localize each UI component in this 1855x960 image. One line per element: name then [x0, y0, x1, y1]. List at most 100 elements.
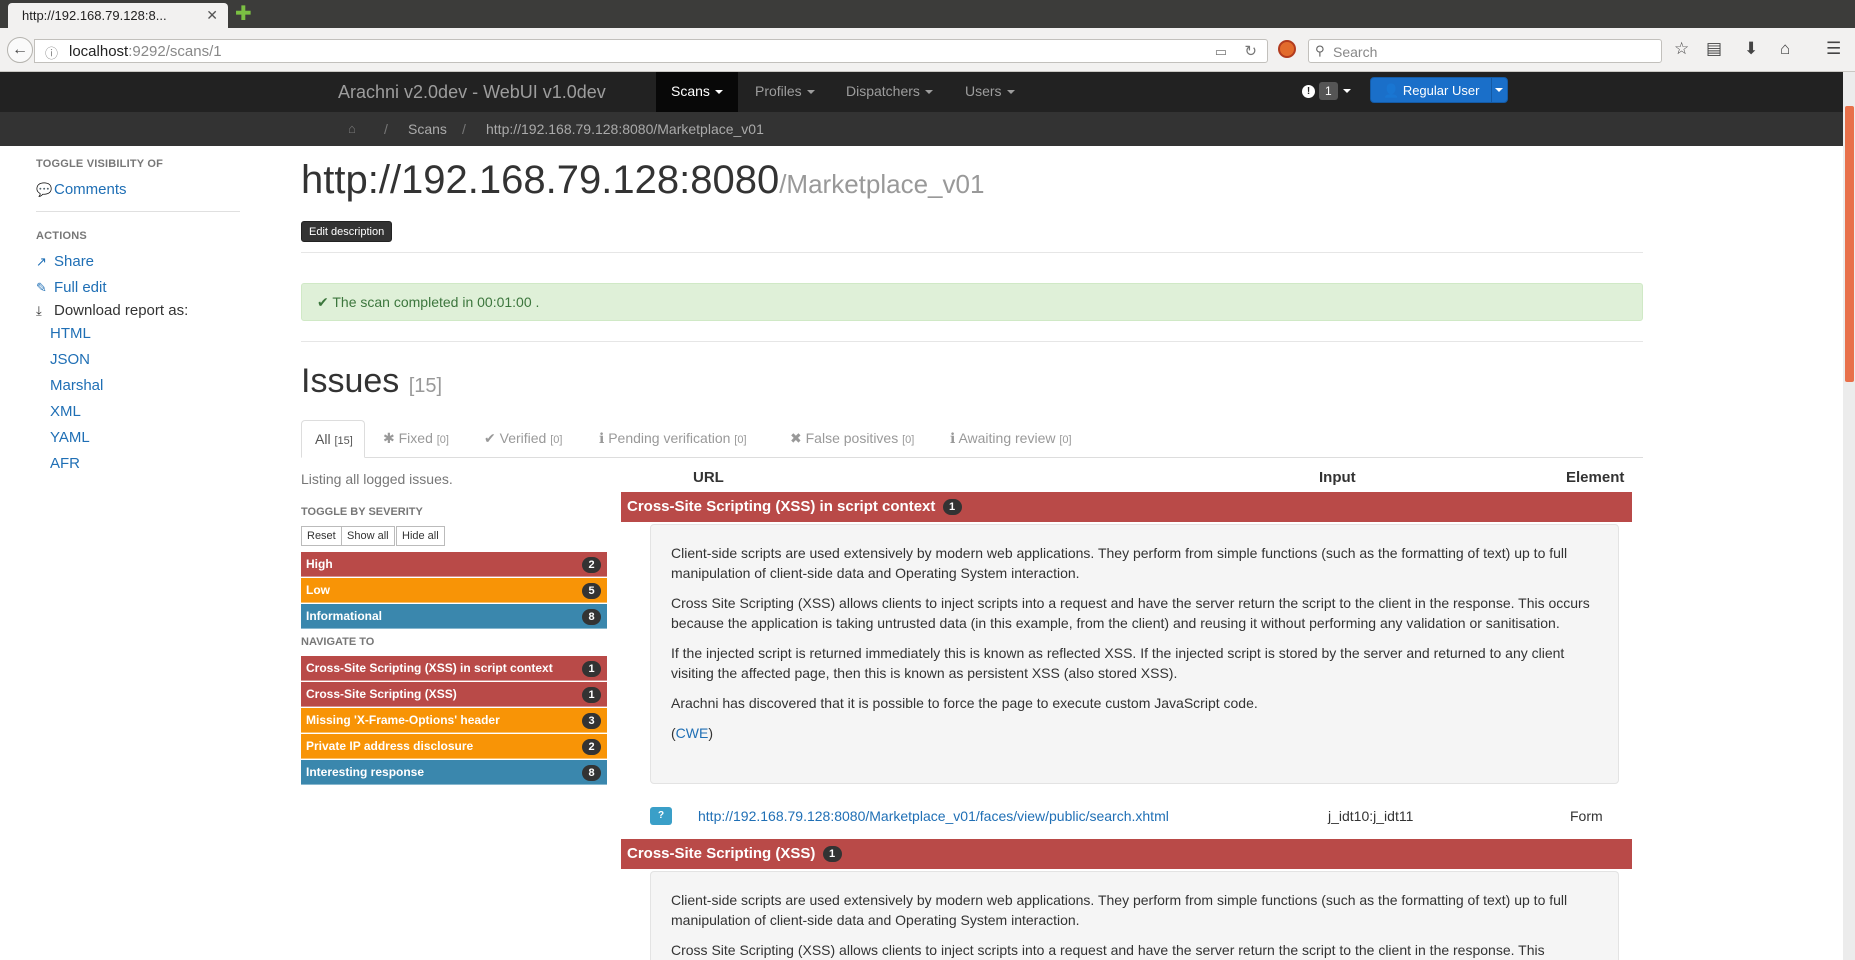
comments-label: Comments: [54, 181, 127, 198]
download-json-link[interactable]: JSON: [50, 351, 90, 368]
nav-item[interactable]: Cross-Site Scripting (XSS) 1: [301, 682, 607, 707]
reader-view-icon[interactable]: ▭: [1215, 44, 1227, 60]
show-all-button[interactable]: Show all: [341, 526, 395, 546]
share-link[interactable]: ↗ Share: [36, 253, 94, 270]
download-label-text: Download report as:: [54, 302, 189, 319]
tab-all[interactable]: All [15]: [301, 420, 365, 458]
question-icon[interactable]: ?: [650, 807, 672, 825]
brand-title[interactable]: Arachni v2.0dev - WebUI v1.0dev: [338, 82, 606, 103]
home-icon[interactable]: ⌂: [1780, 40, 1790, 58]
hamburger-menu-icon[interactable]: ☰: [1826, 40, 1841, 58]
nav-item-count: 8: [582, 765, 601, 781]
bookmarks-menu-icon[interactable]: ▤: [1706, 40, 1722, 58]
issue-group-header[interactable]: Cross-Site Scripting (XSS) 1: [621, 839, 1632, 869]
tab-pending-verification[interactable]: ℹ Pending verification [0]: [599, 420, 747, 458]
tab-fixed-count: [0]: [436, 434, 449, 446]
description-paragraph: Client-side scripts are used extensively…: [671, 892, 1568, 928]
tab-verified[interactable]: ✔ Verified [0]: [484, 420, 562, 458]
tab-false-positives[interactable]: ✖ False positives [0]: [790, 420, 914, 458]
browser-search-bar[interactable]: ⚲ Search: [1308, 39, 1662, 63]
nav-item[interactable]: Private IP address disclosure 2: [301, 734, 607, 759]
issue-group-count: 1: [822, 846, 842, 862]
tab-fixed-label: Fixed: [398, 430, 433, 446]
user-menu-button[interactable]: 👤 Regular User: [1370, 77, 1508, 103]
search-icon: ⚲: [1315, 43, 1325, 58]
new-tab-icon[interactable]: ✚: [235, 4, 252, 24]
nav-item-count: 1: [582, 687, 601, 703]
download-icon[interactable]: ⬇: [1744, 40, 1758, 58]
chevron-down-icon: [714, 90, 723, 95]
cwe-link[interactable]: CWE: [676, 725, 709, 741]
nav-item-label: Private IP address disclosure: [306, 739, 474, 753]
tab-fixed[interactable]: ✱ Fixed [0]: [383, 420, 449, 458]
scan-complete-alert: ✔ The scan completed in 00:01:00 .: [301, 283, 1643, 321]
chevron-down-icon: [806, 90, 815, 95]
download-xml-link[interactable]: XML: [50, 403, 81, 420]
reload-icon[interactable]: ↻: [1244, 42, 1257, 60]
nav-item[interactable]: Cross-Site Scripting (XSS) in script con…: [301, 656, 607, 681]
address-bar[interactable]: ⓘ localhost:9292/scans/1 ▭ ↻: [34, 39, 1268, 63]
severity-high-toggle[interactable]: High 2: [301, 552, 607, 577]
toggle-comments-link[interactable]: 💬 Comments: [36, 181, 127, 198]
menu-scans-label: Scans: [671, 83, 710, 99]
issue-group-header[interactable]: Cross-Site Scripting (XSS) in script con…: [621, 492, 1632, 522]
menu-users[interactable]: Users: [950, 72, 1030, 112]
edit-description-button[interactable]: Edit description: [301, 221, 393, 242]
issue-element: Form: [1570, 808, 1603, 824]
breadcrumb-scans[interactable]: Scans: [408, 121, 447, 137]
menu-profiles[interactable]: Profiles: [740, 72, 830, 112]
chevron-down-icon: [924, 90, 933, 95]
reset-button[interactable]: Reset: [301, 526, 342, 546]
nav-item-label: Missing 'X-Frame-Options' header: [306, 713, 500, 727]
exclamation-icon: !: [1302, 84, 1315, 98]
tab-all-label: All: [315, 431, 331, 447]
tab-awaiting-label: Awaiting review: [958, 430, 1056, 446]
nav-item-count: 3: [582, 713, 601, 729]
breadcrumb: ⌂ / Scans / http://192.168.79.128:8080/M…: [0, 112, 1843, 146]
menu-scans[interactable]: Scans: [656, 72, 738, 112]
download-yaml-link[interactable]: YAML: [50, 429, 90, 446]
nav-item-count: 2: [582, 739, 601, 755]
page-scrollbar[interactable]: [1843, 72, 1855, 960]
tab-title: http://192.168.79.128:8...: [22, 8, 167, 23]
full-edit-link[interactable]: ✎ Full edit: [36, 279, 107, 296]
user-dropdown-toggle[interactable]: [1491, 78, 1507, 102]
app-navbar: Arachni v2.0dev - WebUI v1.0dev Scans Pr…: [0, 72, 1843, 112]
scrollbar-thumb[interactable]: [1845, 106, 1854, 382]
completed-suffix: .: [535, 294, 540, 310]
nav-item-count: 1: [582, 661, 601, 677]
notifications-dropdown[interactable]: ! 1: [1302, 82, 1351, 100]
browser-tab[interactable]: http://192.168.79.128:8... ✕: [8, 3, 228, 28]
check-icon: ✔: [317, 294, 329, 310]
severity-informational-toggle[interactable]: Informational 8: [301, 604, 607, 629]
search-input[interactable]: Search: [1333, 44, 1377, 60]
home-icon[interactable]: ⌂: [348, 121, 356, 136]
tab-verified-label: Verified: [499, 430, 547, 446]
table-row[interactable]: ? http://192.168.79.128:8080/Marketplace…: [650, 804, 1632, 828]
site-info-icon[interactable]: ⓘ: [45, 43, 58, 62]
issue-group-title: Cross-Site Scripting (XSS): [627, 845, 816, 862]
nav-item[interactable]: Missing 'X-Frame-Options' header 3: [301, 708, 607, 733]
tab-pending-label: Pending verification: [608, 430, 731, 446]
nav-item-label: Interesting response: [306, 765, 425, 779]
nav-item-label: Cross-Site Scripting (XSS) in script con…: [306, 661, 553, 675]
tab-close-icon[interactable]: ✕: [206, 7, 218, 24]
hide-all-button[interactable]: Hide all: [396, 526, 445, 546]
description-paragraph: If the injected script is returned immed…: [671, 645, 1565, 681]
addon-icon[interactable]: [1278, 40, 1296, 58]
chevron-down-icon: [1342, 89, 1351, 93]
severity-low-toggle[interactable]: Low 5: [301, 578, 607, 603]
nav-item[interactable]: Interesting response 8: [301, 760, 607, 785]
download-afr-link[interactable]: AFR: [50, 455, 80, 472]
back-arrow-icon[interactable]: ←: [7, 37, 33, 63]
address-text[interactable]: localhost:9292/scans/1: [69, 43, 222, 60]
tab-false-positives-label: False positives: [805, 430, 899, 446]
issue-url-link[interactable]: http://192.168.79.128:8080/Marketplace_v…: [698, 808, 1169, 824]
download-marshal-link[interactable]: Marshal: [50, 377, 103, 394]
bookmark-star-icon[interactable]: ☆: [1674, 40, 1689, 58]
download-html-link[interactable]: HTML: [50, 325, 91, 342]
user-button-label: Regular User: [1402, 83, 1480, 98]
tab-awaiting-review[interactable]: ℹ Awaiting review [0]: [950, 420, 1072, 458]
info-icon: ℹ: [950, 430, 956, 446]
menu-dispatchers[interactable]: Dispatchers: [831, 72, 948, 112]
